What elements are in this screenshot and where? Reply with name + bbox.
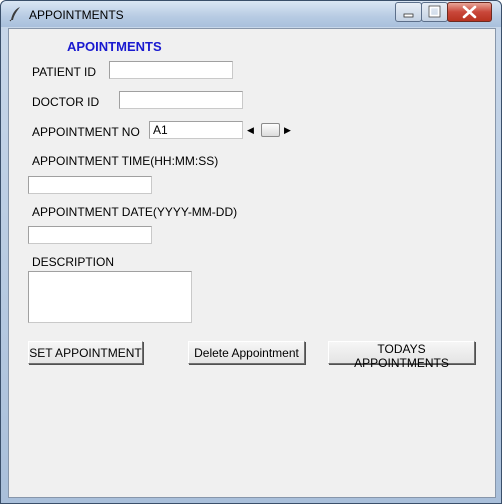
slider-left-arrow-icon[interactable]: ◀ <box>247 124 254 136</box>
form-area: APOINTMENTS PATIENT ID DOCTOR ID APPOINT… <box>8 28 496 498</box>
appointment-time-input[interactable] <box>28 176 152 194</box>
minimize-icon <box>403 13 414 18</box>
appointment-date-input[interactable] <box>28 226 152 244</box>
appointment-date-label: APPOINTMENT DATE(YYYY-MM-DD) <box>32 205 238 219</box>
appointment-no-label: APPOINTMENT NO <box>32 125 140 139</box>
set-appointment-button[interactable]: SET APPOINTMENT <box>28 341 143 364</box>
maximize-button[interactable] <box>421 2 448 22</box>
todays-appointments-button[interactable]: TODAYS APPOINTMENTS <box>328 341 475 370</box>
patient-id-input[interactable] <box>109 61 233 79</box>
appointment-no-input[interactable] <box>149 121 243 139</box>
appointment-no-slider[interactable]: ◀ ▶ <box>245 122 293 138</box>
description-textarea[interactable] <box>28 271 192 323</box>
patient-id-label: PATIENT ID <box>32 65 97 79</box>
description-label: DESCRIPTION <box>32 255 115 269</box>
title-bar[interactable]: APPOINTMENTS <box>1 1 501 27</box>
close-icon <box>462 5 477 19</box>
close-button[interactable] <box>447 2 492 22</box>
maximize-icon <box>428 5 441 18</box>
minimize-button[interactable] <box>395 2 422 22</box>
form-heading: APOINTMENTS <box>67 39 162 54</box>
slider-thumb[interactable] <box>261 123 280 137</box>
app-window: APPOINTMENTS APOINTMENTS PATIENT ID DOCT… <box>0 0 502 504</box>
feather-icon <box>9 6 23 22</box>
appointment-time-label: APPOINTMENT TIME(HH:MM:SS) <box>32 154 219 168</box>
doctor-id-input[interactable] <box>119 91 243 109</box>
window-title: APPOINTMENTS <box>29 8 124 22</box>
doctor-id-label: DOCTOR ID <box>32 95 100 109</box>
delete-appointment-button[interactable]: Delete Appointment <box>188 341 305 364</box>
slider-right-arrow-icon[interactable]: ▶ <box>284 124 291 136</box>
